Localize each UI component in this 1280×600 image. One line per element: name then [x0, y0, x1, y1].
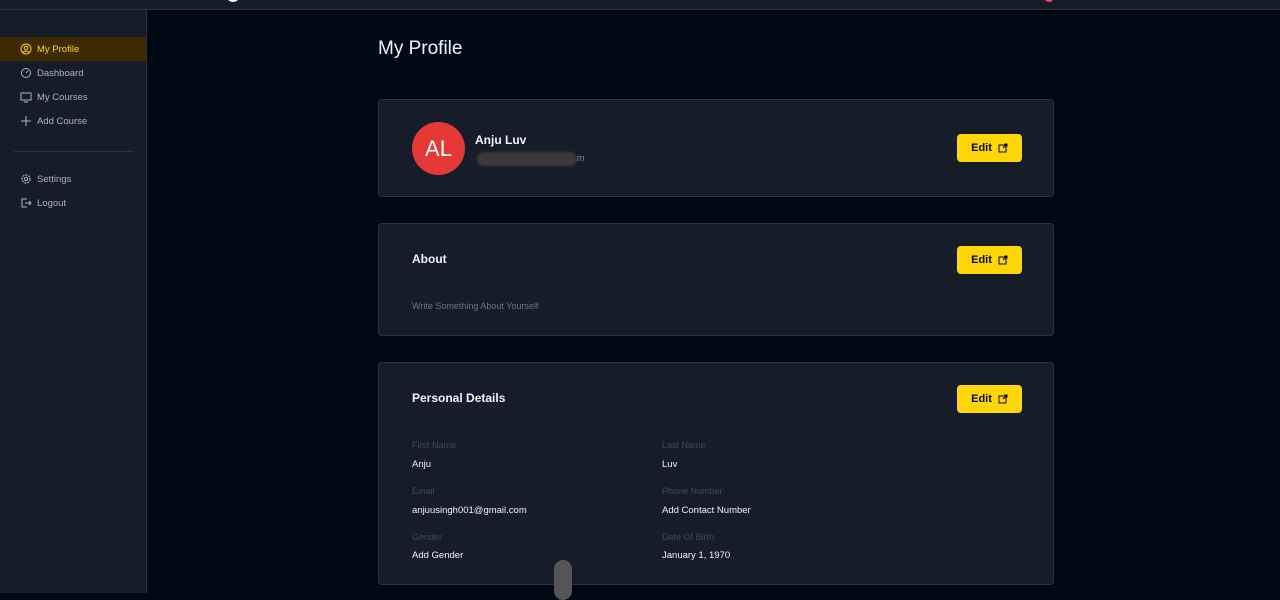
sidebar-item-logout[interactable]: Logout — [0, 191, 146, 215]
sidebar-item-my-courses[interactable]: My Courses — [0, 85, 146, 109]
personal-details-heading: Personal Details — [412, 391, 506, 405]
sidebar-item-dashboard[interactable]: Dashboard — [0, 61, 146, 85]
avatar: AL — [412, 122, 465, 175]
edit-label: Edit — [971, 393, 992, 405]
sidebar-item-my-profile[interactable]: My Profile — [0, 37, 146, 61]
personal-details-card: Personal Details Edit First Name Anju La… — [378, 362, 1054, 585]
logout-icon — [21, 198, 32, 208]
about-card: About Edit Write Something About Yoursel… — [378, 223, 1054, 336]
edit-about-button[interactable]: Edit — [957, 246, 1022, 274]
edit-label: Edit — [971, 254, 992, 266]
sidebar-item-settings[interactable]: Settings — [0, 167, 146, 191]
email-tail: m — [577, 153, 585, 163]
dashboard-icon — [21, 68, 31, 78]
profile-email: m — [475, 150, 585, 168]
last-name-value: Luv — [662, 459, 678, 470]
about-text: Write Something About Yourself — [412, 301, 539, 311]
edit-icon — [998, 143, 1008, 153]
first-name-label: First Name — [412, 440, 457, 450]
dob-value: January 1, 1970 — [662, 550, 731, 561]
phone-label: Phone Number — [662, 486, 723, 496]
email-label: Email — [412, 486, 435, 496]
page-title: My Profile — [378, 38, 463, 59]
notification-badge[interactable] — [1044, 0, 1054, 2]
edit-icon — [998, 394, 1008, 404]
sidebar-item-label: Settings — [37, 173, 72, 185]
sidebar-divider — [14, 151, 134, 152]
gender-label: Gender — [412, 532, 443, 542]
profile-card: AL Anju Luv m Edit — [378, 99, 1054, 197]
sidebar-item-label: Dashboard — [37, 67, 84, 79]
edit-icon — [998, 255, 1008, 265]
sidebar-item-label: My Courses — [37, 91, 88, 103]
sidebar: My Profile Dashboard My Courses Add Cour… — [0, 10, 147, 593]
last-name-label: Last Name — [662, 440, 706, 450]
avatar-initials: AL — [425, 135, 452, 161]
gear-icon — [21, 174, 31, 184]
email-value: anjuusingh001@gmail.com — [412, 505, 527, 516]
phone-value: Add Contact Number — [662, 505, 751, 516]
scroll-handle[interactable] — [554, 560, 572, 600]
gender-value: Add Gender — [412, 550, 464, 561]
dob-label: Date Of Birth — [662, 532, 715, 542]
sidebar-item-label: Add Course — [37, 115, 88, 127]
about-heading: About — [412, 252, 447, 266]
edit-personal-details-button[interactable]: Edit — [957, 385, 1022, 413]
sidebar-item-add-course[interactable]: Add Course — [0, 109, 146, 133]
email-redaction — [477, 152, 577, 166]
monitor-icon — [20, 92, 32, 103]
sidebar-item-label: My Profile — [37, 43, 80, 55]
edit-label: Edit — [971, 142, 992, 154]
main-content: My Profile AL Anju Luv m Edit About Edit… — [147, 10, 1280, 593]
top-navbar — [0, 0, 1280, 10]
user-circle-icon — [20, 43, 32, 55]
logo[interactable] — [226, 0, 240, 2]
sidebar-item-label: Logout — [37, 197, 67, 209]
edit-profile-button[interactable]: Edit — [957, 134, 1022, 162]
plus-icon — [21, 116, 31, 126]
first-name-value: Anju — [412, 459, 432, 470]
profile-name: Anju Luv — [475, 133, 527, 147]
